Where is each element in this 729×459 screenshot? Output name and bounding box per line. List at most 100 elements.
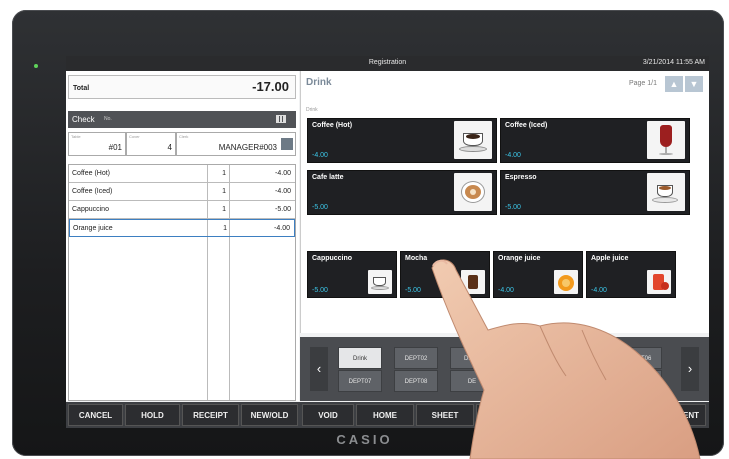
menu-item-price: -4.00: [505, 152, 521, 159]
menu-panel: Drink Drink Page 1/1 ▲ ▼ Coffee (Hot) -4…: [300, 71, 709, 333]
menu-item-label: Espresso: [505, 174, 537, 181]
pos-terminal: Registration 3/21/2014 11:55 AM Total -1…: [12, 10, 724, 456]
hold-button[interactable]: HOLD: [125, 404, 180, 426]
cover-field[interactable]: Cover 4: [126, 132, 176, 156]
cancel-button[interactable]: CANCEL: [68, 404, 123, 426]
dept-button[interactable]: DEPT08: [394, 370, 438, 392]
item-qty: 1: [223, 225, 227, 232]
page-indicator: Page 1/1: [628, 80, 657, 87]
function-bar: CANCEL HOLD RECEIPT NEW/OLD VOID HOME SH…: [66, 402, 709, 428]
dept-button[interactable]: Drink: [338, 347, 382, 369]
dept-button[interactable]: DE: [450, 370, 494, 392]
function-button[interactable]: [476, 404, 534, 426]
chevron-down-icon: ▼: [689, 79, 699, 89]
page-down-button[interactable]: ▼: [685, 76, 703, 92]
apple-juice-icon: [647, 270, 671, 294]
chevron-right-icon: ›: [687, 361, 693, 376]
menu-item-price: -5.00: [405, 287, 421, 294]
item-name: Coffee (Hot): [72, 170, 110, 177]
dept-button[interactable]: T2: [618, 370, 662, 392]
clerk-login-icon[interactable]: [281, 138, 293, 150]
title-bar: Registration 3/21/2014 11:55 AM: [66, 56, 709, 71]
clerk-value: MANAGER#003: [218, 143, 277, 152]
dept-button[interactable]: DEPT07: [338, 370, 382, 392]
menu-item-label: Coffee (Iced): [505, 122, 548, 129]
dept-prev-button[interactable]: ‹: [310, 347, 328, 391]
menu-item-mocha[interactable]: Mocha -5.00: [400, 251, 490, 298]
menu-item-price: -5.00: [505, 204, 521, 211]
menu-item-label: Coffee (Hot): [312, 122, 353, 129]
window-title: Registration: [368, 59, 407, 66]
dept-button[interactable]: [506, 370, 550, 392]
item-name: Coffee (Iced): [72, 188, 113, 195]
dept-button[interactable]: [562, 370, 606, 392]
dept-button[interactable]: [506, 347, 550, 369]
check-label: Check: [72, 115, 95, 124]
list-item[interactable]: Cappuccino 1 -5.00: [69, 201, 295, 219]
status-led-icon: [34, 64, 38, 68]
dept-next-button[interactable]: ›: [681, 347, 699, 391]
check-header: Check No.: [68, 111, 296, 128]
screen: Registration 3/21/2014 11:55 AM Total -1…: [66, 56, 709, 428]
item-name: Orange juice: [73, 225, 113, 232]
menu-item-price: -4.00: [498, 287, 514, 294]
item-qty: 1: [222, 188, 226, 195]
list-item[interactable]: Coffee (Hot) 1 -4.00: [69, 165, 295, 183]
new-old-button[interactable]: NEW/OLD: [241, 404, 298, 426]
check-info: Table #01 Cover 4 Clerk MANAGER#003: [68, 132, 296, 157]
espresso-cup-icon: [647, 173, 685, 211]
menu-item-apple-juice[interactable]: Apple juice -4.00: [586, 251, 676, 298]
dept-button[interactable]: DEPT: [450, 347, 494, 369]
mocha-cup-icon: [461, 270, 485, 294]
dept-button[interactable]: DEPT05: [562, 347, 606, 369]
menu-item-coffee-iced[interactable]: Coffee (Iced) -4.00: [500, 118, 690, 163]
menu-item-cafe-latte[interactable]: Cafe latte -5.00: [307, 170, 497, 215]
check-no-caption: No.: [104, 116, 112, 122]
menu-item-espresso[interactable]: Espresso -5.00: [500, 170, 690, 215]
receipt-button[interactable]: RECEIPT: [182, 404, 239, 426]
page-up-button[interactable]: ▲: [665, 76, 683, 92]
keyboard-icon[interactable]: [276, 115, 286, 123]
table-field[interactable]: Table #01: [68, 132, 126, 156]
item-qty: 1: [222, 170, 226, 177]
chevron-left-icon: ‹: [316, 361, 322, 376]
total-value: -17.00: [252, 79, 289, 94]
cover-caption: Cover: [129, 134, 140, 139]
menu-item-label: Orange juice: [498, 255, 541, 262]
menu-item-label: Cafe latte: [312, 174, 344, 181]
menu-item-price: -4.00: [312, 152, 328, 159]
item-price: -5.00: [275, 206, 291, 213]
home-button[interactable]: HOME: [356, 404, 414, 426]
list-item[interactable]: Coffee (Iced) 1 -4.00: [69, 183, 295, 201]
clerk-field[interactable]: Clerk MANAGER#003: [176, 132, 296, 156]
menu-item-price: -5.00: [312, 287, 328, 294]
latte-cup-icon: [454, 173, 492, 211]
item-price: -4.00: [275, 188, 291, 195]
order-panel: Total -17.00 Check No. Table #01 Cover 4…: [66, 71, 299, 401]
menu-item-coffee-hot[interactable]: Coffee (Hot) -4.00: [307, 118, 497, 163]
function-button[interactable]: [536, 404, 594, 426]
item-name: Cappuccino: [72, 206, 109, 213]
list-item-selected[interactable]: Orange juice 1 -4.00: [69, 219, 295, 237]
payment-button[interactable]: YMENT: [596, 404, 706, 426]
datetime: 3/21/2014 11:55 AM: [642, 59, 705, 66]
iced-coffee-glass-icon: [647, 121, 685, 159]
category-subtitle: Drink: [306, 107, 318, 113]
cover-value: 4: [167, 143, 172, 152]
orange-icon: [554, 270, 578, 294]
dept-button[interactable]: DEPT02: [394, 347, 438, 369]
clerk-caption: Clerk: [179, 134, 189, 139]
item-price: -4.00: [275, 170, 291, 177]
menu-item-label: Apple juice: [591, 255, 629, 262]
chevron-up-icon: ▲: [669, 79, 679, 89]
menu-item-cappuccino[interactable]: Cappuccino -5.00: [307, 251, 397, 298]
brand-logo: CASIO: [336, 432, 393, 447]
menu-item-price: -4.00: [591, 287, 607, 294]
table-caption: Table: [71, 134, 81, 139]
category-title: Drink: [306, 77, 332, 88]
menu-item-label: Cappuccino: [312, 255, 353, 262]
void-button[interactable]: VOID: [302, 404, 354, 426]
menu-item-orange-juice[interactable]: Orange juice -4.00: [493, 251, 583, 298]
sheet-button[interactable]: SHEET: [416, 404, 474, 426]
dept-button[interactable]: DEPT06: [618, 347, 662, 369]
